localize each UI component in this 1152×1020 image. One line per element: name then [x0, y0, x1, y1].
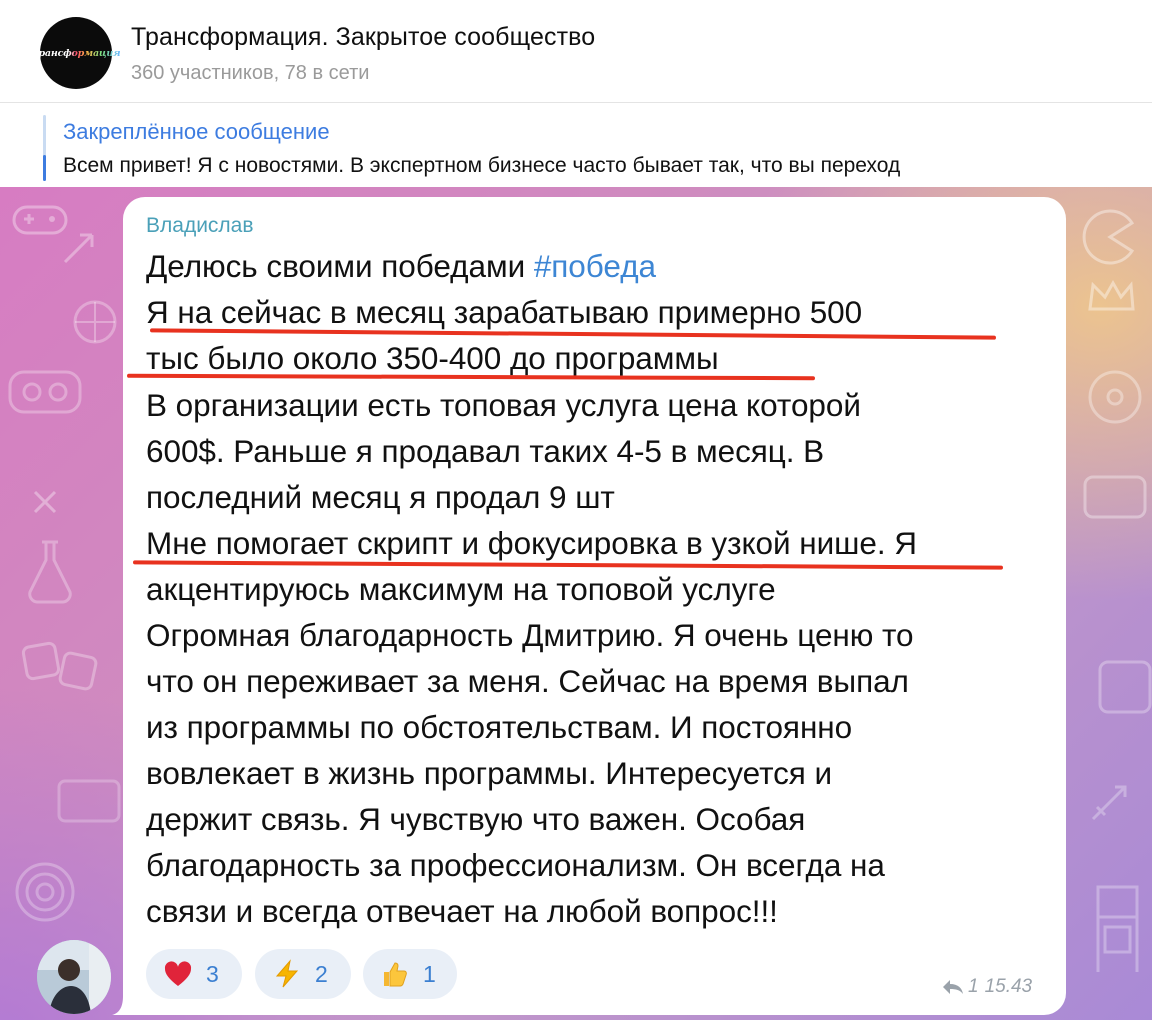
message-line: акцентируюсь максимум на топовой услуге: [146, 571, 776, 607]
message-line: тыс было около 350-400 до программы: [146, 340, 719, 376]
reaction-thumbs-up[interactable]: 1: [363, 949, 457, 999]
chat-title[interactable]: Трансформация. Закрытое сообщество: [131, 23, 595, 52]
crown-doodle-icon: [1085, 277, 1135, 317]
pinned-title: Закреплённое сообщение: [63, 119, 330, 144]
message-line: Огромная благодарность Дмитрию. Я очень …: [146, 617, 914, 653]
thumbs-up-icon: [384, 962, 407, 987]
heart-icon: [164, 961, 192, 986]
hashtag-link[interactable]: #победа: [534, 248, 656, 284]
pinned-preview-text: Всем привет! Я с новостями. В экспертном…: [63, 154, 901, 177]
message-line: последний месяц я продал 9 шт: [146, 479, 615, 515]
channel-logo-text: Трансформация: [31, 47, 121, 59]
reaction-lightning[interactable]: 2: [255, 949, 351, 999]
console-doodle-icon: [1080, 467, 1150, 527]
message-sender-name[interactable]: Владислав: [146, 214, 254, 238]
cross-doodle-icon: [30, 487, 60, 517]
sender-avatar[interactable]: [37, 940, 111, 1014]
message-line: держит связь. Я чувствую что важен. Особ…: [146, 801, 806, 837]
pacman-doodle-icon: [1080, 207, 1140, 267]
vr-headset-doodle-icon: [0, 357, 90, 427]
message-line: 600$. Раньше я продавал таких 4-5 в меся…: [146, 433, 825, 469]
forward-count: 1: [968, 976, 979, 997]
dice-doodle-icon: [20, 637, 100, 697]
game-over-doodle-icon: [1095, 657, 1152, 717]
target-doodle-icon: [10, 857, 80, 927]
arcade-doodle-icon: [1090, 877, 1145, 977]
cd-doodle-icon: [1085, 367, 1145, 427]
chat-header: Трансформация Трансформация. Закрытое со…: [0, 0, 1152, 103]
message-line: что он переживает за меня. Сейчас на вре…: [146, 663, 909, 699]
message-time: 15.43: [984, 976, 1033, 997]
message-line: Я на сейчас в месяц зарабатываю примерно…: [146, 294, 863, 330]
pinned-message-bar[interactable]: Закреплённое сообщение Всем привет! Я с …: [0, 103, 1152, 187]
message-line: В организации есть топовая услуга цена к…: [146, 387, 861, 423]
reaction-count: 1: [423, 961, 436, 987]
message-line: благодарность за профессионализм. Он все…: [146, 847, 885, 883]
reaction-count: 3: [206, 961, 219, 987]
message-text: Делюсь своими победами: [146, 248, 534, 284]
message-line: Делюсь своими победами #победа: [146, 248, 656, 285]
message-line: из программы по обстоятельствам. И посто…: [146, 709, 853, 745]
forward-icon: [943, 980, 963, 994]
reaction-heart[interactable]: 3: [146, 949, 242, 999]
basketball-doodle-icon: [70, 297, 120, 347]
lightning-icon: [275, 959, 299, 988]
arrow-doodle-icon: [60, 227, 100, 267]
message-line: Мне помогает скрипт и фокусировка в узко…: [146, 525, 917, 561]
reaction-count: 2: [315, 961, 328, 987]
pinned-indicator-active: [43, 155, 46, 181]
message-line: вовлекает в жизнь программы. Интересуетс…: [146, 755, 833, 791]
flask-doodle-icon: [20, 537, 80, 607]
chat-members-status: 360 участников, 78 в сети: [131, 62, 370, 84]
channel-avatar[interactable]: Трансформация: [32, 17, 121, 89]
sword-doodle-icon: [1085, 777, 1135, 827]
message-line: связи и всегда отвечает на любой вопрос!…: [146, 893, 778, 929]
avatar-photo: [37, 940, 111, 1014]
press-start-doodle-icon: [55, 777, 125, 827]
message-meta: 1 15.43: [942, 976, 1032, 998]
